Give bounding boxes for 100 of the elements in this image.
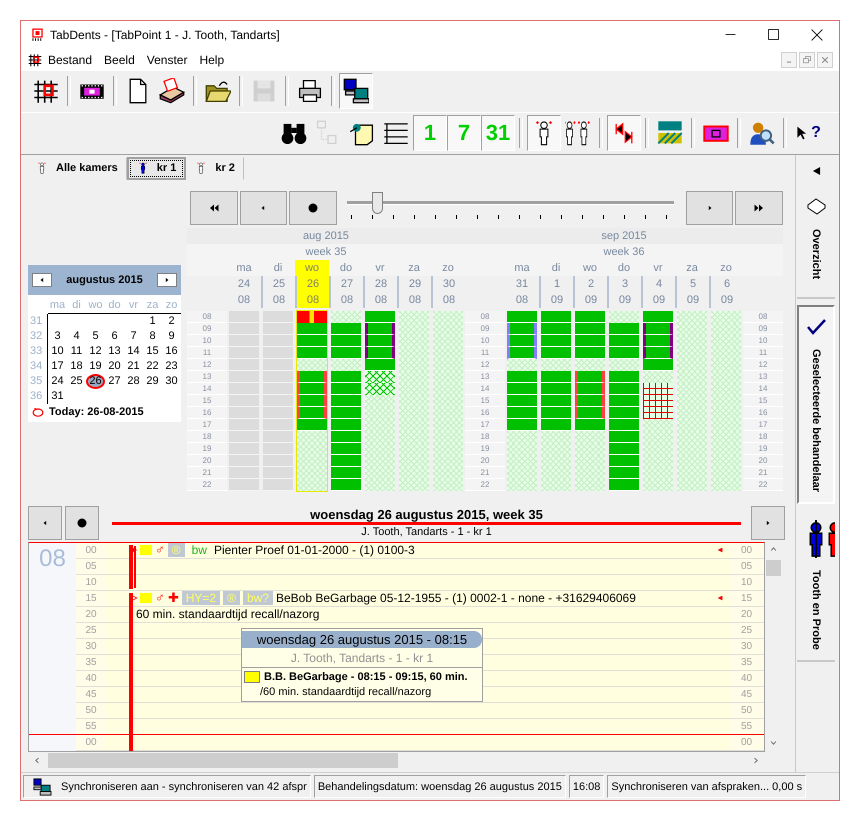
month-number: 08 [329, 292, 363, 308]
minute-label: 20 [76, 606, 106, 623]
month-label: aug 2015 [187, 228, 465, 244]
hour-label: 08 [187, 310, 227, 323]
month-number: 08 [397, 292, 431, 308]
tooltip-title: woensdag 26 augustus 2015 - 08:15 [242, 630, 482, 648]
day-title: woensdag 26 augustus 2015, week 35 [310, 506, 543, 522]
hour-label: 17 [743, 418, 783, 431]
weekday-label: za [143, 298, 162, 314]
weekday-label: do [616, 260, 632, 276]
hour-label: 08 [465, 310, 505, 323]
weekday-label: zo [441, 260, 455, 276]
weekday-label: ma [48, 298, 67, 314]
minute-label: 05 [729, 558, 764, 575]
tooltip-appointment: B.B. BeGarbage - 08:15 - 09:15, 60 min. [264, 670, 468, 683]
hour-label: 10 [465, 334, 505, 347]
hour-label: 18 [743, 430, 783, 443]
weekday-label: di [67, 298, 86, 314]
status-text: Synchroniseren aan - synchroniseren van 42 afspr [61, 780, 307, 793]
weekday-label: di [550, 260, 562, 276]
minute-label: 30 [729, 638, 764, 655]
status-tag: bw? [242, 591, 273, 606]
week-number: 33 [30, 344, 48, 359]
minute-label: 05 [76, 558, 106, 575]
weekday-label: wo [582, 260, 598, 276]
minute-label: 00 [729, 734, 764, 751]
minute-label: 15 [729, 590, 764, 607]
hour-label: 12 [465, 358, 505, 371]
weekday-label: za [407, 260, 421, 276]
hour-label: 16 [465, 406, 505, 419]
minute-label: 25 [76, 622, 106, 639]
hour-label: 15 [187, 394, 227, 407]
month-number: 09 [573, 292, 607, 308]
minute-label: 55 [76, 718, 106, 735]
week-number: 36 [30, 388, 48, 404]
weekday-label: wo [295, 260, 329, 276]
weekday-label: zo [719, 260, 733, 276]
practitioner-label: J. Tooth, Tandarts - 1 - kr 1 [361, 524, 492, 539]
hour-label: 16 [187, 406, 227, 419]
month-title: augustus 2015 [66, 274, 143, 286]
month-number: 08 [236, 292, 252, 308]
weekday-label: vr [652, 260, 664, 276]
hour-label: 16 [743, 406, 783, 419]
hour-label: 21 [465, 466, 505, 479]
hour-label: 11 [465, 346, 505, 359]
month-number: 09 [539, 292, 573, 308]
hour-label: 08 [29, 542, 76, 735]
hour-label: 09 [187, 322, 227, 335]
month-label: sep 2015 [465, 228, 783, 244]
weekday-label: ma [513, 260, 531, 276]
weekday-label: za [685, 260, 699, 276]
month-number: 08 [363, 292, 397, 308]
today-label: Today: 26-08-2015 [49, 406, 144, 418]
hour-label: 13 [743, 370, 783, 383]
hour-label: 10 [187, 334, 227, 347]
minute-label: 00 [76, 542, 106, 559]
hour-label: 15 [743, 394, 783, 407]
hour-label: 08 [743, 310, 783, 323]
month-number: 09 [709, 292, 743, 308]
weekday-label: vr [374, 260, 386, 276]
hour-label: 14 [465, 382, 505, 395]
minute-label: 25 [729, 622, 764, 639]
tooltip-note: /60 min. standaardtijd recall/nazorg [259, 684, 432, 700]
minute-label: 55 [729, 718, 764, 735]
appointment-note: 60 min. standaardtijd recall/nazorg [136, 607, 320, 622]
hour-label: 21 [187, 466, 227, 479]
month-number: 08 [295, 292, 329, 308]
hour-label: 11 [743, 346, 783, 359]
month-number: 08 [514, 292, 530, 308]
weekday-label: zo [162, 298, 181, 314]
weekday-label: vr [124, 298, 143, 314]
hour-label: 17 [187, 418, 227, 431]
week-number: 31 [30, 314, 48, 329]
hour-label: 13 [465, 370, 505, 383]
hour-label: 19 [743, 442, 783, 455]
minute-label: 45 [729, 686, 764, 703]
minute-label: 50 [76, 702, 106, 719]
minute-label: 30 [76, 638, 106, 655]
minute-label: 10 [729, 574, 764, 591]
tooltip-practitioner: J. Tooth, Tandarts - 1 - kr 1 [242, 650, 482, 668]
status-text: 16:08 [572, 780, 600, 793]
hour-label: 20 [187, 454, 227, 467]
minute-label: 50 [729, 702, 764, 719]
week-label: week 36 [465, 244, 783, 260]
week-number: 35 [30, 374, 48, 389]
hour-label: 12 [187, 358, 227, 371]
hour-label: 14 [187, 382, 227, 395]
weekday-label: ma [235, 260, 253, 276]
month-number: 09 [641, 292, 675, 308]
status-code: bw [190, 543, 208, 558]
status-text: Synchroniseren van afspraken... 0,00 s [611, 780, 802, 793]
weekday-label: di [272, 260, 284, 276]
hour-label: 20 [465, 454, 505, 467]
status-symbol: ♂ [155, 543, 165, 558]
minute-label: 10 [76, 574, 106, 591]
hour-label: 19 [465, 442, 505, 455]
minute-label: 15 [76, 590, 106, 607]
hour-label: 21 [743, 466, 783, 479]
weekday-label: do [105, 298, 124, 314]
week-number: 32 [30, 328, 48, 344]
